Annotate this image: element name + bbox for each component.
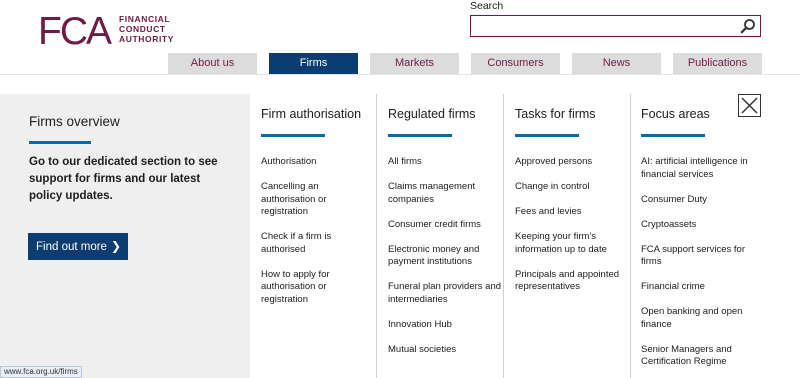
column-regulated-firms: Regulated firms All firms Claims managem… bbox=[378, 94, 504, 378]
column-underline bbox=[515, 134, 579, 137]
column-links: Authorisation Cancelling an authorisatio… bbox=[261, 156, 375, 319]
search-input[interactable] bbox=[471, 16, 731, 36]
search-label: Search bbox=[470, 0, 504, 12]
menu-link[interactable]: Electronic money and payment institution… bbox=[388, 244, 502, 269]
menu-link[interactable]: Funeral plan providers and intermediarie… bbox=[388, 281, 502, 306]
column-links: All firms Claims management companies Co… bbox=[388, 156, 502, 369]
column-links: AI: artificial intelligence in financial… bbox=[641, 156, 755, 378]
menu-link[interactable]: AI: artificial intelligence in financial… bbox=[641, 156, 755, 181]
logo-text-line: CONDUCT bbox=[119, 24, 166, 34]
overview-underline bbox=[29, 141, 91, 144]
chevron-right-icon: ❯ bbox=[110, 239, 122, 253]
column-focus-areas: Focus areas AI: artificial intelligence … bbox=[631, 94, 757, 378]
column-links: Approved persons Change in control Fees … bbox=[515, 156, 629, 306]
menu-link[interactable]: Authorisation bbox=[261, 156, 375, 169]
find-out-more-button[interactable]: Find out more ❯ bbox=[28, 233, 128, 260]
menu-link[interactable]: Mutual societies bbox=[388, 344, 502, 357]
logo-text-line: AUTHORITY bbox=[119, 34, 174, 44]
column-title: Firm authorisation bbox=[261, 107, 362, 121]
firms-overview: Firms overview Go to our dedicated secti… bbox=[0, 94, 250, 378]
menu-link[interactable]: Consumer credit firms bbox=[388, 219, 502, 232]
close-icon bbox=[741, 97, 758, 114]
tab-about-us[interactable]: About us bbox=[168, 53, 257, 74]
menu-link[interactable]: Cancelling an authorisation or registrat… bbox=[261, 181, 375, 219]
menu-link[interactable]: Principals and appointed representatives bbox=[515, 269, 629, 294]
menu-link[interactable]: Fees and levies bbox=[515, 206, 629, 219]
column-underline bbox=[261, 134, 325, 137]
logo-text: FINANCIAL CONDUCT AUTHORITY bbox=[119, 14, 174, 44]
fca-logo-mark: FCA bbox=[38, 12, 113, 46]
menu-link[interactable]: Consumer Duty bbox=[641, 194, 755, 207]
search-button[interactable] bbox=[740, 18, 756, 34]
overview-title: Firms overview bbox=[29, 114, 120, 129]
menu-link[interactable]: Senior Managers and Certification Regime bbox=[641, 344, 755, 369]
tab-consumers[interactable]: Consumers bbox=[471, 53, 560, 74]
tab-publications[interactable]: Publications bbox=[673, 53, 762, 74]
menu-link[interactable]: How to apply for authorisation or regist… bbox=[261, 269, 375, 307]
search-icon bbox=[740, 19, 755, 34]
menu-link[interactable]: Financial crime bbox=[641, 281, 755, 294]
column-firm-authorisation: Firm authorisation Authorisation Cancell… bbox=[251, 94, 377, 378]
column-tasks-for-firms: Tasks for firms Approved persons Change … bbox=[505, 94, 631, 378]
menu-link[interactable]: FCA support services for firms bbox=[641, 244, 755, 269]
tab-firms[interactable]: Firms bbox=[269, 53, 358, 75]
menu-link[interactable]: Change in control bbox=[515, 181, 629, 194]
search-box bbox=[470, 15, 761, 37]
menu-link[interactable]: Cryptoassets bbox=[641, 219, 755, 232]
logo-letters: FCA bbox=[38, 12, 112, 46]
overview-description: Go to our dedicated section to see suppo… bbox=[29, 156, 218, 202]
menu-link[interactable]: Check if a firm is authorised bbox=[261, 231, 375, 256]
close-menu-button[interactable] bbox=[738, 94, 761, 117]
menu-link[interactable]: Approved persons bbox=[515, 156, 629, 169]
find-out-more-label: Find out more bbox=[36, 241, 107, 253]
menu-link[interactable]: Innovation Hub bbox=[388, 319, 502, 332]
menu-link[interactable]: All firms bbox=[388, 156, 502, 169]
column-underline bbox=[388, 134, 452, 137]
menu-link[interactable]: Claims management companies bbox=[388, 181, 502, 206]
menu-link[interactable]: Keeping your firm's information up to da… bbox=[515, 231, 629, 256]
column-title: Tasks for firms bbox=[515, 107, 596, 121]
mega-menu-panel: Firms overview Go to our dedicated secti… bbox=[0, 75, 800, 378]
column-title: Focus areas bbox=[641, 107, 710, 121]
menu-link[interactable]: Open banking and open finance bbox=[641, 306, 755, 331]
column-underline bbox=[641, 134, 705, 137]
tab-markets[interactable]: Markets bbox=[370, 53, 459, 74]
fca-logo[interactable]: FCA FINANCIAL CONDUCT AUTHORITY bbox=[38, 12, 174, 46]
status-bar-url: www.fca.org.uk/firms bbox=[0, 366, 82, 378]
logo-text-line: FINANCIAL bbox=[119, 14, 171, 24]
tab-news[interactable]: News bbox=[572, 53, 661, 74]
column-title: Regulated firms bbox=[388, 107, 476, 121]
